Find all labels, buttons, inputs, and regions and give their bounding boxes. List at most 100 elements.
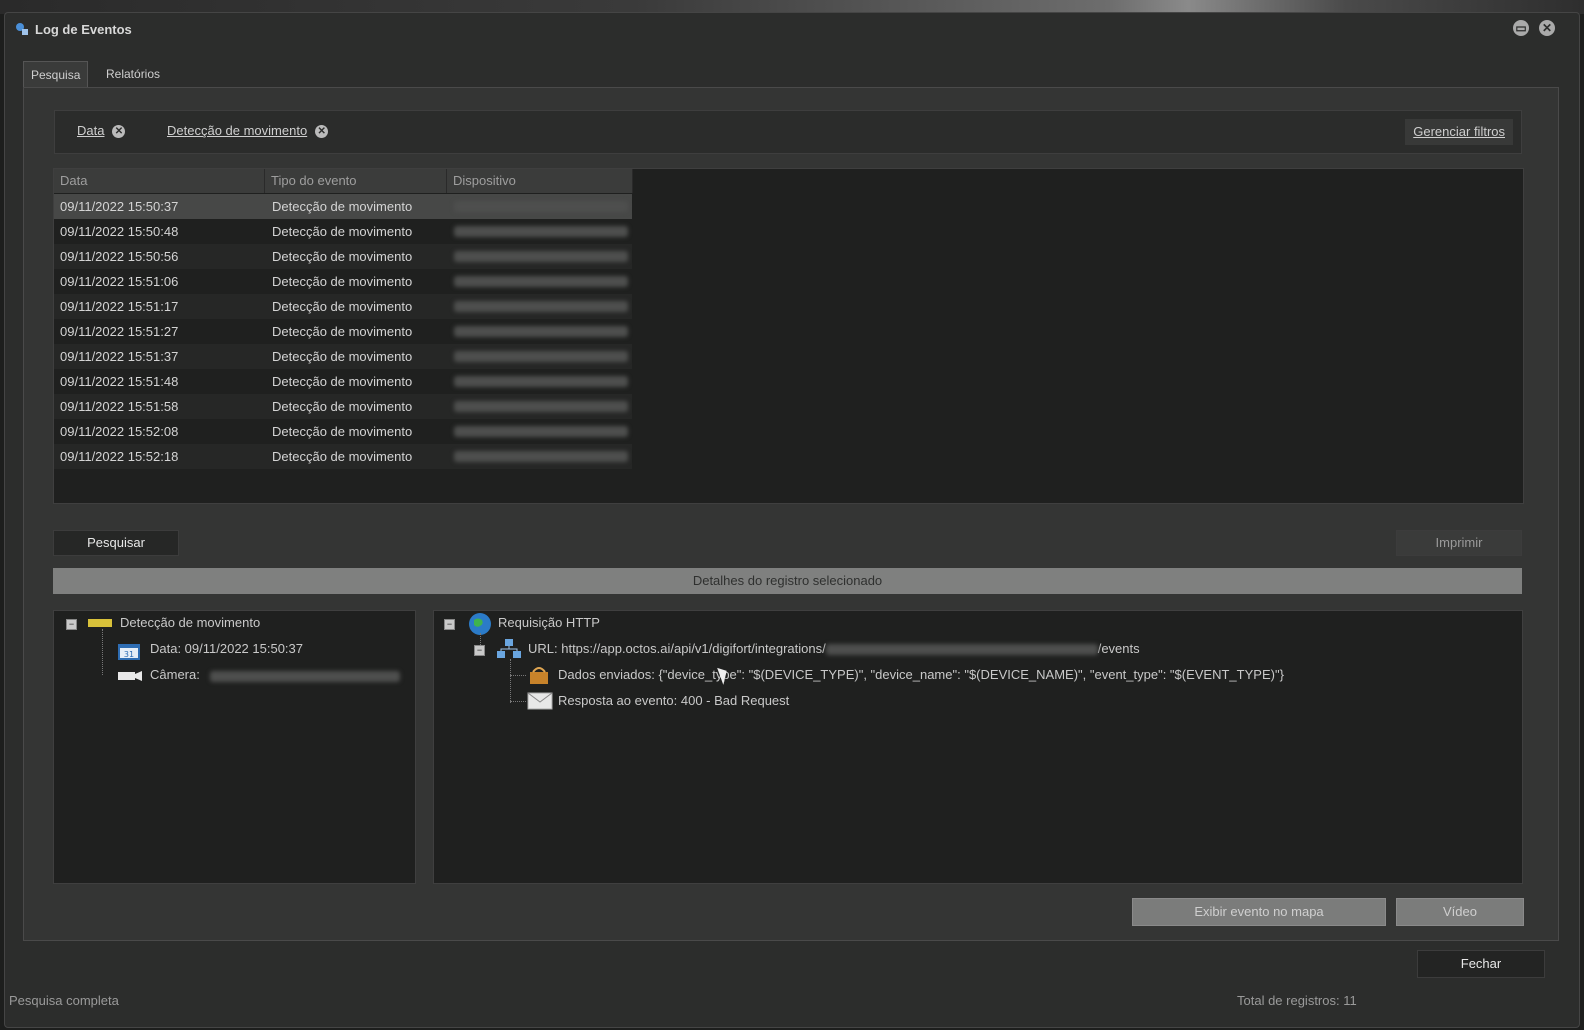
table-row[interactable]: 09/11/2022 15:51:48 Detecção de movimento: [54, 369, 632, 394]
cell-device-redacted: [454, 201, 628, 212]
cell-date: 09/11/2022 15:51:37: [60, 349, 179, 364]
cell-device-redacted: [454, 226, 628, 237]
cell-event-type: Detecção de movimento: [272, 224, 413, 239]
table-row[interactable]: 09/11/2022 15:51:37 Detecção de movimento: [54, 344, 632, 369]
table-row[interactable]: 09/11/2022 15:52:08 Detecção de movimento: [54, 419, 632, 444]
window-title: Log de Eventos: [35, 22, 132, 37]
event-details-tree: − Detecção de movimento 31 Data: 09/11/2…: [53, 610, 416, 884]
cell-device-redacted: [454, 376, 628, 387]
data-package-icon: [530, 667, 548, 684]
redacted-integration-id: [825, 644, 1098, 656]
calendar-icon: 31: [118, 644, 140, 660]
cell-device-redacted: [454, 276, 628, 287]
search-panel: Data ✕ Detecção de movimento ✕ Gerenciar f…: [23, 87, 1559, 941]
column-header-event-type[interactable]: Tipo do evento: [265, 169, 447, 193]
print-button[interactable]: Imprimir: [1396, 530, 1522, 556]
cell-event-type: Detecção de movimento: [272, 249, 413, 264]
filter-chip-label[interactable]: Detecção de movimento: [167, 123, 307, 138]
cell-event-type: Detecção de movimento: [272, 299, 413, 314]
tree-node-http-request[interactable]: Requisição HTTP: [498, 613, 600, 633]
search-button[interactable]: Pesquisar: [53, 530, 179, 556]
cell-device-redacted: [454, 326, 628, 337]
event-log-icon: [16, 23, 28, 35]
cell-date: 09/11/2022 15:51:06: [60, 274, 179, 289]
tree-connector: [102, 629, 103, 675]
table-row[interactable]: 09/11/2022 15:50:37 Detecção de movimento: [54, 194, 632, 219]
table-row[interactable]: 09/11/2022 15:51:27 Detecção de movimento: [54, 319, 632, 344]
close-window-button[interactable]: ✕: [1539, 20, 1555, 36]
camera-icon: [118, 671, 142, 681]
status-text: Pesquisa completa: [9, 993, 119, 1008]
cell-event-type: Detecção de movimento: [272, 349, 413, 364]
table-row[interactable]: 09/11/2022 15:50:48 Detecção de movimento: [54, 219, 632, 244]
manage-filters-link[interactable]: Gerenciar filtros: [1405, 119, 1513, 145]
title-bar[interactable]: Log de Eventos ▭ ✕: [5, 13, 1579, 45]
status-bar: Pesquisa completa Total de registros: 11: [5, 987, 1579, 1013]
tree-node-url[interactable]: URL: https://app.octos.ai/api/v1/digifor…: [528, 639, 1140, 659]
tree-connector: [510, 675, 526, 676]
collapse-toggle[interactable]: −: [66, 619, 77, 630]
collapse-toggle[interactable]: −: [474, 645, 485, 656]
details-header: Detalhes do registro selecionado: [53, 568, 1522, 594]
cell-date: 09/11/2022 15:51:27: [60, 324, 179, 339]
table-row[interactable]: 09/11/2022 15:51:58 Detecção de movimento: [54, 394, 632, 419]
redacted-camera-name: [210, 671, 400, 682]
cell-event-type: Detecção de movimento: [272, 424, 413, 439]
tab-pesquisa[interactable]: Pesquisa: [23, 61, 89, 88]
tree-node-camera[interactable]: Câmera:: [150, 665, 200, 685]
table-row[interactable]: 09/11/2022 15:50:56 Detecção de movimento: [54, 244, 632, 269]
cell-event-type: Detecção de movimento: [272, 274, 413, 289]
cell-device-redacted: [454, 426, 628, 437]
show-on-map-button[interactable]: Exibir evento no mapa: [1132, 898, 1386, 926]
cell-date: 09/11/2022 15:50:37: [60, 199, 179, 214]
event-log-window: Log de Eventos ▭ ✕ Pesquisa Relatórios D…: [4, 12, 1580, 1028]
cell-date: 09/11/2022 15:51:58: [60, 399, 179, 414]
cell-device-redacted: [454, 301, 628, 312]
cell-device-redacted: [454, 251, 628, 262]
table-row[interactable]: 09/11/2022 15:51:17 Detecção de movimento: [54, 294, 632, 319]
filter-chip-label[interactable]: Data: [77, 123, 104, 138]
svg-text:31: 31: [124, 650, 134, 659]
cell-date: 09/11/2022 15:51:48: [60, 374, 179, 389]
table-row[interactable]: 09/11/2022 15:52:18 Detecção de movimento: [54, 444, 632, 469]
action-details-tree: − Requisição HTTP − URL: https://app.oct…: [433, 610, 1523, 884]
close-button[interactable]: Fechar: [1417, 950, 1545, 978]
cell-device-redacted: [454, 401, 628, 412]
tab-relatorios[interactable]: Relatórios: [99, 61, 167, 87]
video-button[interactable]: Vídeo: [1396, 898, 1524, 926]
total-records: Total de registros: 11: [1237, 993, 1357, 1008]
filter-chip-motion[interactable]: Detecção de movimento ✕: [167, 119, 329, 143]
url-suffix: /events: [1097, 641, 1140, 656]
column-header-date[interactable]: Data: [54, 169, 265, 193]
cell-event-type: Detecção de movimento: [272, 449, 413, 464]
cell-event-type: Detecção de movimento: [272, 199, 413, 214]
camera-label: Câmera:: [150, 667, 200, 682]
tree-connector: [510, 701, 526, 702]
filter-chip-date[interactable]: Data ✕: [77, 119, 126, 143]
tree-node-sent-data[interactable]: Dados enviados: {"device_type": "$(DEVIC…: [558, 665, 1284, 685]
tree-node-response[interactable]: Resposta ao evento: 400 - Bad Request: [558, 691, 789, 711]
table-row[interactable]: 09/11/2022 15:51:06 Detecção de movimento: [54, 269, 632, 294]
cell-event-type: Detecção de movimento: [272, 324, 413, 339]
column-header-device[interactable]: Dispositivo: [447, 169, 633, 193]
motion-detection-icon: [88, 619, 112, 627]
restore-window-button[interactable]: ▭: [1513, 20, 1529, 36]
events-grid: Data Tipo do evento Dispositivo 09/11/20…: [53, 168, 1524, 504]
cell-date: 09/11/2022 15:52:08: [60, 424, 179, 439]
cell-date: 09/11/2022 15:50:56: [60, 249, 179, 264]
tree-node-motion[interactable]: Detecção de movimento: [120, 613, 260, 633]
filter-bar: Data ✕ Detecção de movimento ✕ Gerenciar f…: [54, 110, 1522, 154]
grid-header: Data Tipo do evento Dispositivo: [54, 169, 633, 193]
cell-date: 09/11/2022 15:52:18: [60, 449, 179, 464]
tree-connector: [510, 659, 511, 703]
cell-event-type: Detecção de movimento: [272, 374, 413, 389]
tree-node-date[interactable]: Data: 09/11/2022 15:50:37: [150, 639, 303, 659]
remove-filter-icon[interactable]: ✕: [315, 125, 329, 139]
cell-event-type: Detecção de movimento: [272, 399, 413, 414]
collapse-toggle[interactable]: −: [444, 619, 455, 630]
cell-device-redacted: [454, 451, 628, 462]
remove-filter-icon[interactable]: ✕: [112, 125, 126, 139]
cell-date: 09/11/2022 15:51:17: [60, 299, 179, 314]
cell-device-redacted: [454, 351, 628, 362]
cell-date: 09/11/2022 15:50:48: [60, 224, 179, 239]
